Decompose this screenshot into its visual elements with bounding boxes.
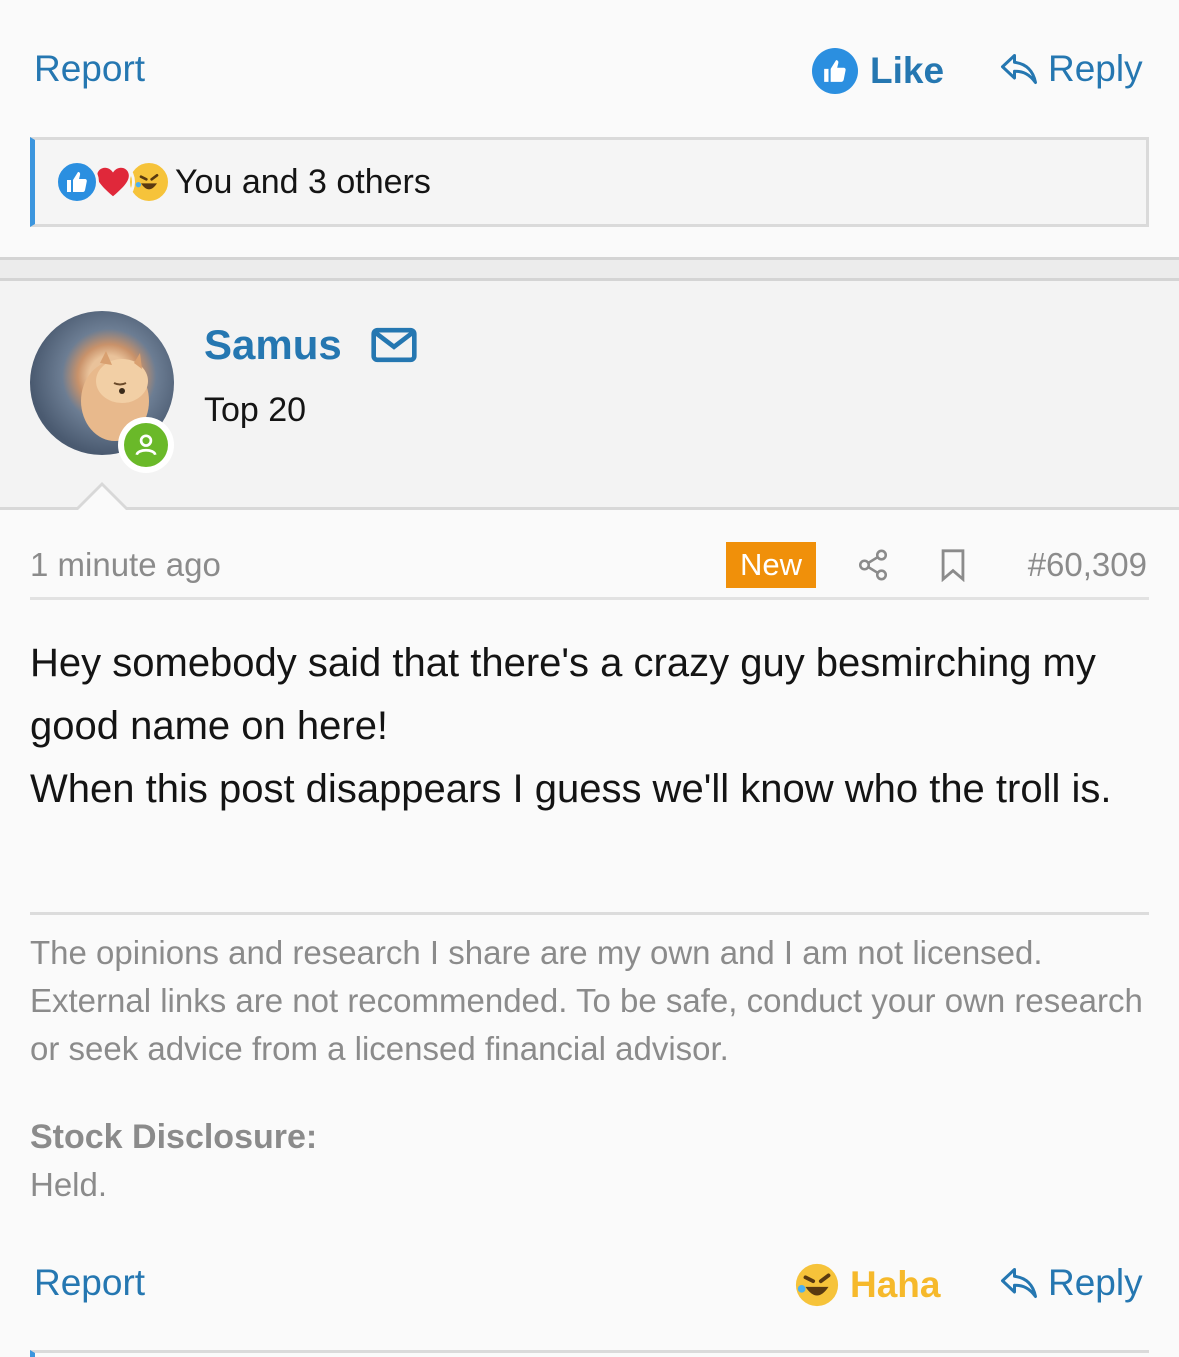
like-label: Like [870,50,945,91]
reply-icon [1001,54,1037,84]
thumbs-up-icon [812,48,858,94]
message-icon[interactable] [370,326,418,364]
post-time[interactable]: 1 minute ago [30,546,221,584]
like-button[interactable]: Like [812,48,944,94]
reaction-icons [55,160,171,204]
post-line: Hey somebody said that there's a crazy g… [30,641,1096,748]
report-link[interactable]: Report [34,48,145,90]
username: Samus [204,321,418,369]
reply-icon [1001,1268,1037,1298]
haha-button[interactable]: Haha [794,1262,940,1308]
header-pointer-inner [77,486,127,511]
top-action-bar: Report Like Reply [0,0,1179,140]
reactions-text: You and 3 others [175,162,431,201]
user-header: Samus Top 20 [0,281,1179,510]
reply-button[interactable]: Reply [998,48,1143,90]
reply-label: Reply [1048,1262,1143,1303]
post-line: When this post disappears I guess we'll … [30,767,1112,811]
report-link[interactable]: Report [34,1262,145,1304]
disclosure-label: Stock Disclosure: [30,1118,318,1156]
haha-icon [795,1263,839,1307]
next-reactions-edge [30,1350,1149,1357]
bookmark-icon[interactable] [938,548,968,582]
reply-button[interactable]: Reply [998,1262,1143,1304]
username-link[interactable]: Samus [204,321,342,369]
signature: The opinions and research I share are my… [30,912,1149,1073]
new-badge: New [726,542,816,588]
share-icon[interactable] [856,548,890,582]
disclosure-value: Held. [30,1166,108,1203]
post-content: Hey somebody said that there's a crazy g… [30,632,1140,821]
online-status-badge [118,417,174,473]
reply-label: Reply [1048,48,1143,89]
post-separator [0,257,1179,281]
reactions-summary[interactable]: You and 3 others [30,137,1149,227]
post-meta: 1 minute ago New #60,309 [30,540,1149,600]
user-rank: Top 20 [204,391,307,429]
bottom-action-bar: Report Haha Reply [0,1230,1179,1340]
user-icon [135,434,157,456]
post-number[interactable]: #60,309 [1028,546,1147,584]
haha-label: Haha [850,1264,941,1305]
like-reaction-icon [55,160,99,204]
